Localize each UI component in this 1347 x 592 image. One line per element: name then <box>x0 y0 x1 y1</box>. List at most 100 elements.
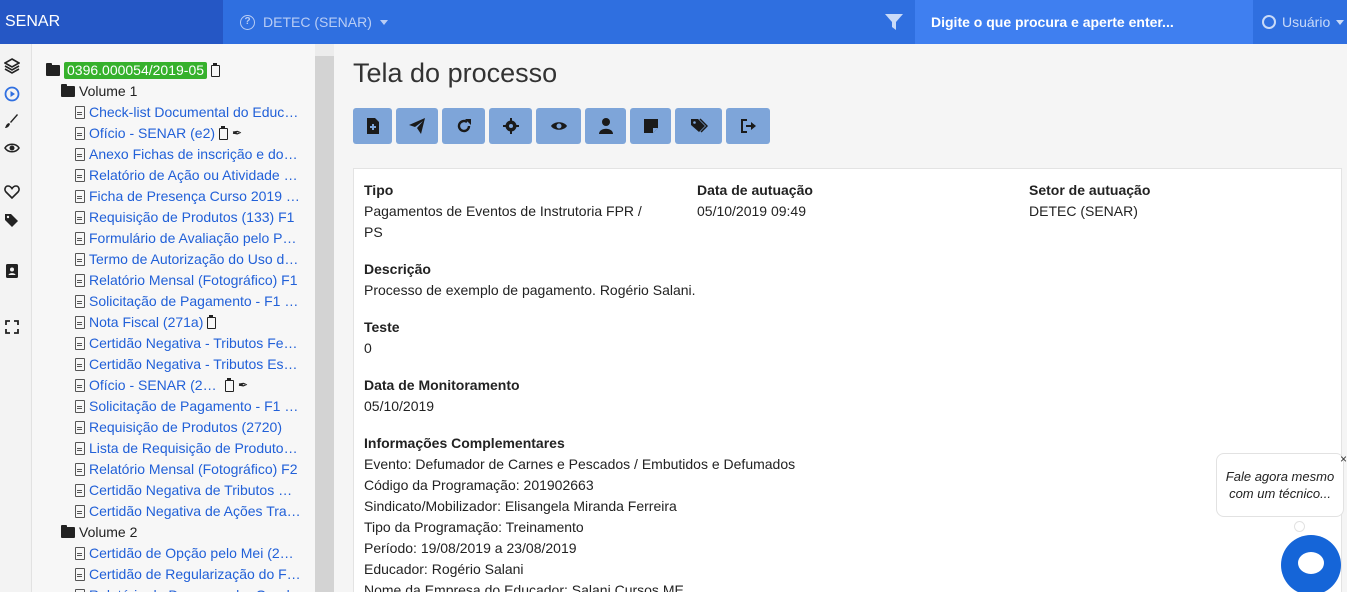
document-link[interactable]: Relatório de Ação ou Atividade (Fotográf… <box>89 165 301 186</box>
org-selector[interactable]: ? DETEC (SENAR) <box>240 0 388 44</box>
search-input[interactable]: Digite o que procura e aperte enter... <box>915 0 1253 44</box>
filter-icon[interactable] <box>884 12 904 32</box>
address-book-icon[interactable] <box>4 263 20 279</box>
document-link[interactable]: Ofício - SENAR (271d) <box>89 375 221 396</box>
tree-document-item[interactable]: Requisição de Produtos (133) F1 <box>75 207 294 228</box>
document-link[interactable]: Solicitação de Pagamento - F1 Empresa <box>89 396 301 417</box>
settings-button[interactable] <box>489 108 532 144</box>
folder-icon <box>61 525 75 538</box>
tree-document-item[interactable]: Solicitação de Pagamento - F1 Educador <box>75 291 301 312</box>
tree-volume-2[interactable]: Volume 2 <box>61 522 137 543</box>
tree-document-item[interactable]: Formulário de Avaliação pelo Participant… <box>75 228 301 249</box>
document-link[interactable]: Certidão de Opção pelo Mei (2020) <box>89 543 301 564</box>
heart-icon[interactable] <box>4 184 20 200</box>
tags-icon[interactable] <box>4 212 20 228</box>
process-number-badge[interactable]: 0396.000054/2019-05 <box>64 62 208 79</box>
assign-user-button[interactable] <box>585 108 626 144</box>
layers-icon[interactable] <box>4 58 20 74</box>
document-link[interactable]: Ficha de Presença Curso 2019 (f1) <box>89 186 301 207</box>
document-link[interactable]: Anexo Fichas de inscrição e documentos <box>89 144 301 165</box>
tree-document-item[interactable]: Certidão Negativa de Ações Trabalhistas <box>75 501 301 522</box>
file-pdf-icon <box>75 421 85 434</box>
play-circle-icon[interactable] <box>4 86 20 102</box>
document-link[interactable]: Solicitação de Pagamento - F1 Educador <box>89 291 301 312</box>
chat-prompt-line: Fale agora mesmo <box>1225 469 1335 484</box>
tree-document-item[interactable]: Lista de Requisição de Produtos F1 <box>75 438 301 459</box>
close-icon[interactable]: × <box>1340 452 1347 466</box>
redo-button[interactable] <box>442 108 485 144</box>
document-link[interactable]: Certidão Negativa - Tributos Federais <box>89 333 301 354</box>
user-menu[interactable]: Usuário <box>1262 0 1345 44</box>
tree-document-item[interactable]: Requisição de Produtos (2720) <box>75 417 282 438</box>
tree-document-item[interactable]: Check-list Documental do Educador <box>75 102 301 123</box>
signature-pen-icon[interactable]: ✒ <box>238 375 248 396</box>
document-link[interactable]: Check-list Documental do Educador <box>89 102 301 123</box>
note-button[interactable] <box>630 108 671 144</box>
tree-document-item[interactable]: Ofício - SENAR (271d) ✒ <box>75 375 248 396</box>
brush-icon[interactable] <box>4 113 20 129</box>
icon-rail <box>0 44 32 592</box>
clipboard-icon[interactable] <box>219 125 229 140</box>
tree-document-item[interactable]: Certidão Negativa de Tributos Municipais <box>75 480 301 501</box>
send-button[interactable] <box>396 108 438 144</box>
document-link[interactable]: Requisição de Produtos (133) F1 <box>89 207 294 228</box>
chat-prompt-bubble[interactable]: Fale agora mesmo com um técnico... <box>1216 453 1344 517</box>
page-title: Tela do processo <box>353 58 558 88</box>
field-label: Informações Complementares <box>364 435 565 451</box>
info-line: Evento: Defumador de Carnes e Pescados /… <box>364 456 796 472</box>
tags-icon <box>690 118 708 133</box>
field-descricao: Descrição Processo de exemplo de pagamen… <box>364 259 696 301</box>
document-link[interactable]: Lista de Requisição de Produtos F1 <box>89 438 301 459</box>
tree-document-item[interactable]: Relatório Mensal (Fotográfico) F2 <box>75 459 298 480</box>
tree-document-item[interactable]: Nota Fiscal (271a) <box>75 312 217 333</box>
signature-pen-icon[interactable]: ✒ <box>232 123 242 144</box>
document-link[interactable]: Requisição de Produtos (2720) <box>89 417 282 438</box>
clipboard-icon[interactable] <box>207 314 217 329</box>
document-link[interactable]: Termo de Autorização do Uso de Imagem <box>89 249 301 270</box>
document-link[interactable]: Relatório Mensal (Fotográfico) F1 <box>89 270 298 291</box>
tree-document-item[interactable]: Relatório de Ação ou Atividade (Fotográf… <box>75 165 301 186</box>
view-button[interactable] <box>536 108 581 144</box>
document-link[interactable]: Certidão Negativa de Tributos Municipais <box>89 480 301 501</box>
document-link[interactable]: Ofício - SENAR (e2) <box>89 123 215 144</box>
add-document-button[interactable] <box>353 108 392 144</box>
brand-logo[interactable]: SENAR <box>0 0 223 44</box>
eye-icon[interactable] <box>4 140 20 156</box>
tree-document-item[interactable]: Anexo Fichas de inscrição e documentos <box>75 144 301 165</box>
tree-document-item[interactable]: Solicitação de Pagamento - F1 Empresa <box>75 396 301 417</box>
top-navbar: SENAR ? DETEC (SENAR) Digite o que procu… <box>0 0 1347 44</box>
field-value: PS <box>364 224 383 240</box>
tree-process-node[interactable]: 0396.000054/2019-05 <box>46 60 221 81</box>
info-line: Tipo da Programação: Treinamento <box>364 519 584 535</box>
tree-document-item[interactable]: Certidão Negativa - Tributos Federais <box>75 333 301 354</box>
clipboard-icon[interactable] <box>225 377 234 392</box>
tree-document-item[interactable]: Relatório de Desempenho Geral <box>75 585 290 592</box>
document-link[interactable]: Relatório de Desempenho Geral <box>89 585 290 592</box>
tree-document-item[interactable]: Ofício - SENAR (e2) ✒ <box>75 123 242 144</box>
tree-document-item[interactable]: Certidão de Opção pelo Mei (2020) <box>75 543 301 564</box>
info-line: Nome da Empresa do Educador: Salani Curs… <box>364 582 684 592</box>
panel-splitter[interactable] <box>315 56 334 592</box>
document-link[interactable]: Certidão Negativa de Ações Trabalhistas <box>89 501 301 522</box>
tree-document-item[interactable]: Ficha de Presença Curso 2019 (f1) <box>75 186 301 207</box>
document-link[interactable]: Certidão de Regularização do FGTS <box>89 564 301 585</box>
redo-icon <box>457 119 471 133</box>
gear-icon <box>502 118 519 134</box>
paper-plane-icon <box>409 118 425 134</box>
chat-launcher-button[interactable] <box>1281 535 1341 592</box>
document-link[interactable]: Certidão Negativa - Tributos Estaduais <box>89 354 301 375</box>
tree-volume-1[interactable]: Volume 1 <box>61 81 137 102</box>
document-link[interactable]: Formulário de Avaliação pelo Participant… <box>89 228 301 249</box>
process-details-card: Tipo Pagamentos de Eventos de Instrutori… <box>353 168 1342 592</box>
tree-document-item[interactable]: Relatório Mensal (Fotográfico) F1 <box>75 270 298 291</box>
document-link[interactable]: Relatório Mensal (Fotográfico) F2 <box>89 459 298 480</box>
field-label: Tipo <box>364 182 394 198</box>
expand-icon[interactable] <box>4 319 20 335</box>
tree-document-item[interactable]: Certidão Negativa - Tributos Estaduais <box>75 354 301 375</box>
tags-button[interactable] <box>675 108 722 144</box>
tree-document-item[interactable]: Certidão de Regularização do FGTS <box>75 564 301 585</box>
document-link[interactable]: Nota Fiscal (271a) <box>89 312 203 333</box>
tree-document-item[interactable]: Termo de Autorização do Uso de Imagem <box>75 249 301 270</box>
exit-button[interactable] <box>726 108 770 144</box>
clipboard-icon[interactable] <box>211 62 221 77</box>
